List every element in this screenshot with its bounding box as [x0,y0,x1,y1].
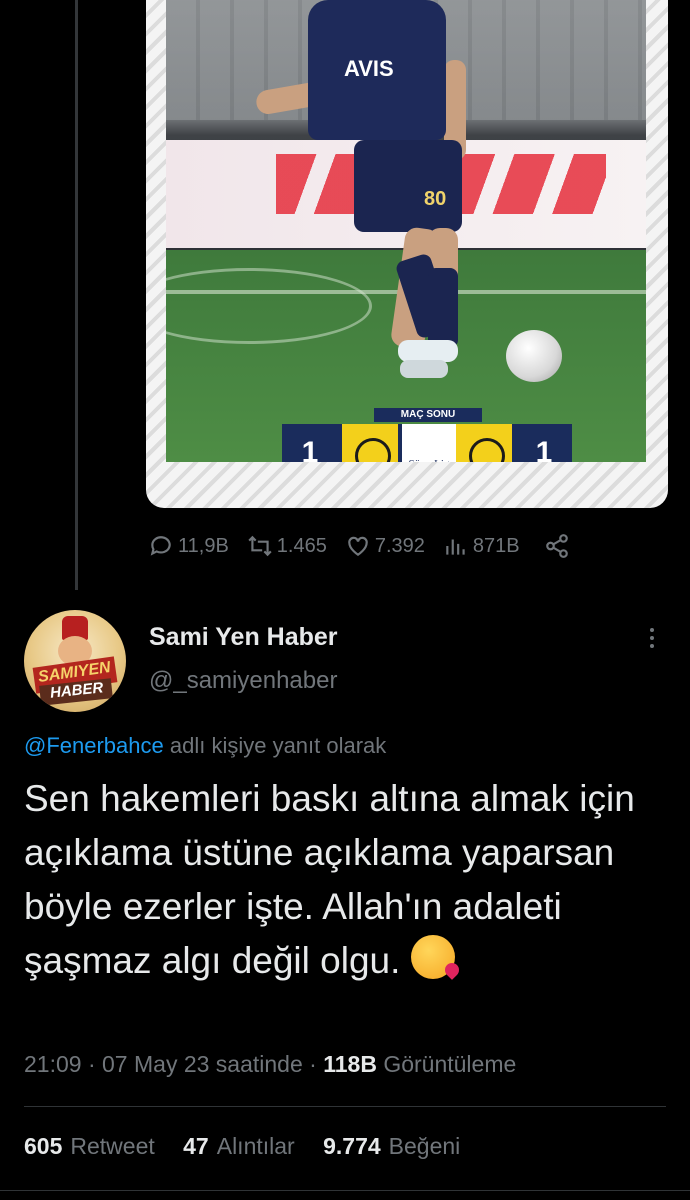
retweet-button[interactable]: 1.465 [247,533,327,559]
views-count: 118B [323,1051,377,1077]
divider [24,1106,666,1107]
retweet-icon [248,535,272,557]
kissing-face-emoji-icon [410,935,455,979]
views-icon [446,539,465,555]
league-logo: SüperLig [402,424,456,462]
views-label: Görüntüleme [383,1051,517,1077]
author-handle[interactable]: @_samiyenhaber [149,667,337,695]
like-button[interactable]: 7.392 [345,533,425,559]
views-button[interactable]: 871B [443,533,520,559]
retweet-count[interactable]: 605 [24,1133,62,1159]
tweet-stats: 605 Retweet 47 Alıntılar 9.774 Beğeni [24,1133,460,1160]
reply-button[interactable]: 11,9B [148,533,229,559]
home-crest-icon [342,424,398,462]
like-count[interactable]: 9.774 [323,1133,381,1159]
home-score: 1 [301,436,319,462]
divider [0,1190,690,1191]
shirt-sponsor: AVIS [344,56,394,81]
reply-context: @Fenerbahce adlı kişiye yanıt olarak [24,733,387,758]
more-options-icon[interactable] [640,624,664,654]
quote-label[interactable]: Alıntılar [217,1133,295,1159]
like-label[interactable]: Beğeni [389,1133,461,1159]
shirt-number: 80 [424,188,447,210]
thread-line [75,0,78,590]
reply-to-link[interactable]: @Fenerbahce [24,733,164,758]
like-icon [348,536,368,556]
match-photo: AVIS 80 MAÇ SONU 1 SüperLig 1 [166,0,646,462]
share-button[interactable] [544,533,574,559]
avatar[interactable]: SAMIYEN HABER [24,610,126,712]
share-icon [545,534,568,558]
author-name[interactable]: Sami Yen Haber [149,623,338,652]
football-icon [506,330,562,382]
tweet-date[interactable]: 07 May 23 saatinde [102,1051,303,1077]
away-score: 1 [535,436,553,462]
reply-icon [150,536,171,556]
tweet-media-image[interactable]: AVIS 80 MAÇ SONU 1 SüperLig 1 [146,0,668,508]
tweet-action-bar: 11,9B 1.465 7.392 871B [148,528,648,564]
tweet-time[interactable]: 21:09 [24,1051,82,1077]
tweet-text: Sen hakemleri baskı altına almak için aç… [24,778,635,981]
retweet-label[interactable]: Retweet [70,1133,154,1159]
tweet-metadata: 21:09 · 07 May 23 saatinde · 118B Görünt… [24,1051,517,1077]
match-status: MAÇ SONU [374,408,482,422]
away-crest-icon [456,424,512,462]
quote-count[interactable]: 47 [183,1133,209,1159]
scoreboard: MAÇ SONU 1 SüperLig 1 [282,408,572,462]
